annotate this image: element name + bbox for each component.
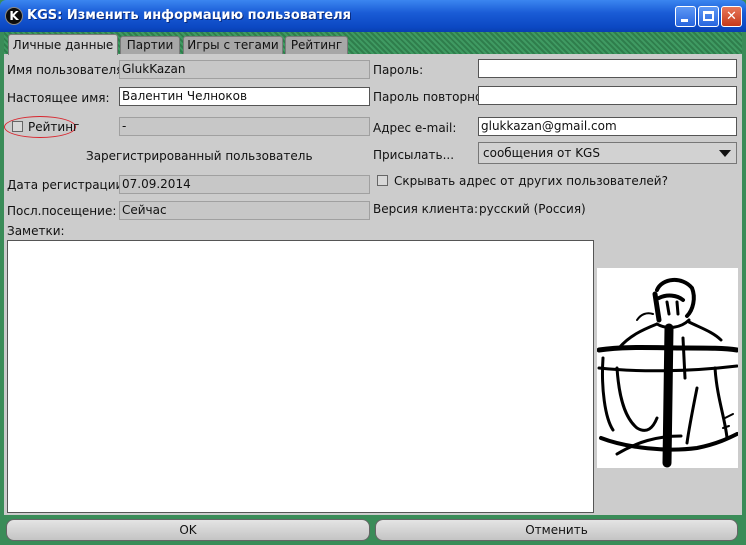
registered-user-text: Зарегистрированный пользователь bbox=[86, 149, 313, 163]
lastvisit-field: Сейчас bbox=[119, 201, 370, 220]
dialog-button-row: OK Отменить bbox=[0, 515, 746, 545]
cancel-button[interactable]: Отменить bbox=[375, 519, 738, 541]
minimize-icon bbox=[681, 19, 688, 22]
client-version-label: Версия клиента: bbox=[373, 202, 478, 216]
close-button[interactable]: ✕ bbox=[721, 6, 742, 27]
ok-button[interactable]: OK bbox=[6, 519, 370, 541]
tab-games[interactable]: Партии bbox=[120, 36, 180, 54]
password-label: Пароль: bbox=[373, 63, 424, 77]
password-repeat-label: Пароль повторно: bbox=[373, 90, 487, 104]
tab-personal-info[interactable]: Личные данные bbox=[8, 34, 118, 55]
dropdown-arrow-icon bbox=[719, 150, 731, 157]
hide-email-label: Скрывать адрес от других пользователей? bbox=[394, 174, 668, 188]
close-icon: ✕ bbox=[726, 9, 737, 24]
user-avatar-picture bbox=[596, 268, 740, 468]
rating-checkbox[interactable] bbox=[12, 121, 23, 132]
send-label: Присылать... bbox=[373, 148, 455, 162]
password-input[interactable] bbox=[478, 59, 737, 78]
notes-textarea[interactable] bbox=[7, 240, 594, 513]
tab-tagged-games[interactable]: Игры с тегами bbox=[183, 36, 283, 54]
window-title: KGS: Изменить информацию пользователя bbox=[27, 8, 351, 23]
send-dropdown[interactable]: сообщения от KGS bbox=[478, 142, 737, 164]
username-label: Имя пользователя: bbox=[7, 63, 128, 77]
rating-label: Рейтинг bbox=[28, 120, 80, 134]
realname-label: Настоящее имя: bbox=[7, 91, 110, 105]
regdate-field: 07.09.2014 bbox=[119, 175, 370, 194]
send-dropdown-value: сообщения от KGS bbox=[483, 146, 600, 160]
tab-rating[interactable]: Рейтинг bbox=[285, 36, 348, 54]
rating-field: - bbox=[119, 117, 370, 136]
edit-user-info-window: K KGS: Изменить информацию пользователя … bbox=[0, 0, 746, 545]
email-label: Адрес e-mail: bbox=[373, 121, 457, 135]
client-version-value: русский (Россия) bbox=[479, 202, 586, 216]
minimize-button[interactable] bbox=[675, 6, 696, 27]
sketch-drawing bbox=[596, 278, 740, 468]
kgs-logo-icon: K bbox=[5, 7, 23, 25]
lastvisit-label: Посл.посещение: bbox=[7, 204, 117, 218]
username-field: GlukKazan bbox=[119, 60, 370, 79]
notes-label: Заметки: bbox=[7, 224, 65, 238]
maximize-icon bbox=[703, 11, 714, 21]
hide-email-checkbox[interactable] bbox=[377, 175, 388, 186]
realname-input[interactable]: Валентин Челноков bbox=[119, 87, 370, 106]
title-bar[interactable]: K KGS: Изменить информацию пользователя … bbox=[0, 0, 746, 32]
regdate-label: Дата регистрации: bbox=[7, 178, 128, 192]
email-input[interactable]: glukkazan@gmail.com bbox=[478, 117, 737, 136]
maximize-button[interactable] bbox=[698, 6, 719, 27]
password-repeat-input[interactable] bbox=[478, 86, 737, 105]
